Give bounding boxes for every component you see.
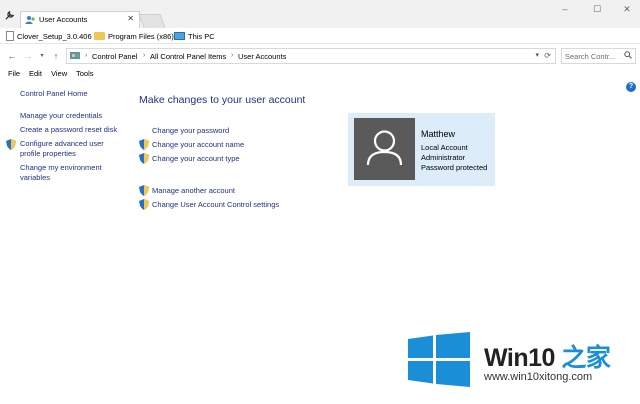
watermark-url: www.win10xitong.com: [484, 371, 593, 383]
breadcrumb-separator: ›: [85, 52, 88, 59]
watermark-title: Win10 之家: [484, 338, 611, 374]
manage-another-account-link[interactable]: Manage another account: [152, 186, 235, 195]
password-reset-disk-link[interactable]: Create a password reset disk: [20, 125, 117, 135]
breadcrumb-control-panel[interactable]: Control Panel: [92, 52, 137, 61]
windows-logo-icon: [408, 332, 470, 387]
manage-credentials-link[interactable]: Manage your credentials: [20, 111, 102, 121]
change-password-link[interactable]: Change your password: [152, 126, 229, 135]
uac-shield-icon: [139, 199, 149, 210]
watermark-title-a: Win10: [484, 344, 555, 372]
bookmark-clover-setup[interactable]: Clover_Setup_3.0.406: [6, 30, 92, 42]
page-title: Make changes to your user account: [139, 94, 306, 106]
menu-file[interactable]: File: [8, 69, 20, 78]
account-type: Local Account: [421, 143, 468, 152]
breadcrumb-all-items[interactable]: All Control Panel Items: [150, 52, 226, 61]
minimize-button[interactable]: –: [555, 3, 575, 15]
menu-bar: File Edit View Tools: [0, 67, 640, 81]
file-icon: [6, 31, 14, 41]
help-icon[interactable]: ?: [626, 82, 636, 92]
control-panel-home-link[interactable]: Control Panel Home: [20, 89, 88, 99]
control-panel-icon: [70, 51, 81, 61]
breadcrumb-separator: ›: [143, 52, 146, 59]
change-account-type-link[interactable]: Change your account type: [152, 154, 240, 163]
account-role: Administrator: [421, 153, 466, 162]
forward-arrow-icon[interactable]: →: [22, 50, 34, 62]
refresh-icon[interactable]: ⟳: [544, 51, 551, 60]
uac-shield-icon: [139, 153, 149, 164]
avatar: [354, 118, 415, 180]
bookmarks-bar: Clover_Setup_3.0.406 Program Files (x86)…: [0, 28, 640, 44]
folder-icon: [94, 32, 105, 40]
bookmark-this-pc[interactable]: This PC: [174, 30, 215, 42]
search-input[interactable]: [565, 51, 623, 62]
breadcrumb-user-accounts[interactable]: User Accounts: [238, 52, 286, 61]
up-arrow-icon[interactable]: ↑: [50, 50, 62, 62]
advanced-profile-link[interactable]: Configure advanced user profile properti…: [20, 139, 115, 159]
maximize-button[interactable]: ☐: [587, 3, 607, 15]
pc-icon: [174, 32, 185, 40]
menu-view[interactable]: View: [51, 69, 67, 78]
search-field[interactable]: [561, 48, 636, 64]
bookmark-label: Clover_Setup_3.0.406: [17, 31, 92, 41]
bookmark-label: This PC: [188, 31, 215, 41]
address-field[interactable]: › Control Panel › All Control Panel Item…: [66, 48, 556, 64]
uac-shield-icon: [139, 139, 149, 150]
bookmark-program-files[interactable]: Program Files (x86): [94, 30, 174, 42]
recent-dropdown-icon[interactable]: ▾: [36, 50, 48, 62]
menu-edit[interactable]: Edit: [29, 69, 42, 78]
uac-shield-icon: [139, 185, 149, 196]
watermark-title-b: 之家: [554, 344, 611, 372]
wrench-icon[interactable]: [4, 10, 16, 22]
close-button[interactable]: ✕: [617, 3, 637, 15]
title-bar: User Accounts ✕ – ☐ ✕: [0, 0, 640, 28]
user-name: Matthew: [421, 129, 456, 139]
password-status: Password protected: [421, 163, 488, 172]
tab-user-accounts[interactable]: User Accounts ✕: [20, 11, 140, 28]
address-bar: ← → ▾ ↑ › Control Panel › All Control Pa…: [0, 45, 640, 67]
tab-close-icon[interactable]: ✕: [127, 14, 134, 23]
user-accounts-icon: [25, 15, 36, 25]
breadcrumb-separator: ›: [231, 52, 234, 59]
user-silhouette-icon: [366, 130, 403, 166]
user-card: Matthew Local Account Administrator Pass…: [348, 113, 495, 186]
left-panel: Control Panel Home Manage your credentia…: [0, 82, 125, 404]
uac-settings-link[interactable]: Change User Account Control settings: [152, 200, 279, 209]
new-tab-button[interactable]: [138, 14, 166, 28]
menu-tools[interactable]: Tools: [76, 69, 94, 78]
tab-label: User Accounts: [39, 15, 88, 24]
bookmark-label: Program Files (x86): [108, 31, 174, 41]
search-icon[interactable]: [624, 51, 632, 61]
address-dropdown-icon[interactable]: ▾: [535, 51, 539, 59]
back-arrow-icon[interactable]: ←: [6, 50, 18, 62]
change-account-name-link[interactable]: Change your account name: [152, 140, 244, 149]
uac-shield-icon: [6, 139, 16, 150]
environment-variables-link[interactable]: Change my environment variables: [20, 163, 115, 183]
